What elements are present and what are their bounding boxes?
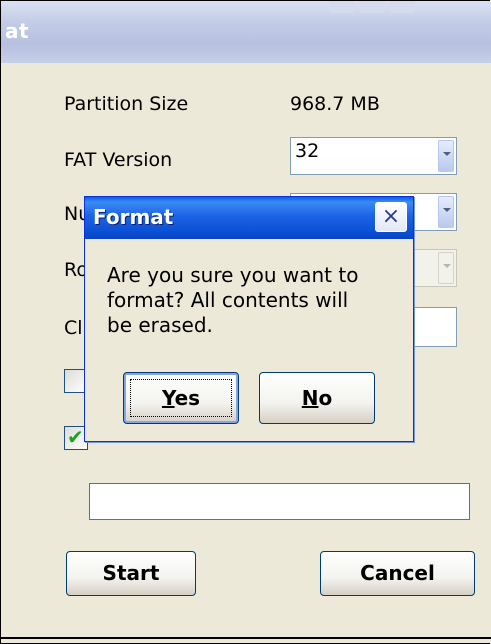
fat-version-value: 32 xyxy=(295,140,320,162)
dropdown-arrow-icon[interactable] xyxy=(438,196,454,228)
no-button[interactable]: No xyxy=(259,372,375,424)
fat-version-label: FAT Version xyxy=(64,149,173,171)
titlebar-button-ghost xyxy=(389,1,415,13)
no-label-rest: o xyxy=(318,386,333,410)
dialog-message-line: Are you sure you want to xyxy=(107,263,359,287)
window-title: at xyxy=(5,19,30,43)
dropdown-arrow-icon[interactable] xyxy=(438,252,454,284)
close-icon[interactable]: × xyxy=(375,202,407,232)
cancel-button[interactable]: Cancel xyxy=(320,551,475,596)
partition-size-label: Partition Size xyxy=(64,93,189,115)
format-confirm-dialog: Format × Are you sure you want to format… xyxy=(84,196,414,442)
window-bottom-edge xyxy=(1,637,491,639)
no-accesskey: N xyxy=(301,386,319,410)
dialog-message-line: be erased. xyxy=(107,313,213,337)
focus-rectangle xyxy=(130,379,232,417)
titlebar-button-ghost xyxy=(359,1,385,13)
dialog-message-line: format? All contents will xyxy=(107,288,349,312)
dialog-message: Are you sure you want to format? All con… xyxy=(107,263,407,338)
yes-button[interactable]: Yes xyxy=(123,372,239,424)
dialog-titlebar[interactable]: Format × xyxy=(85,197,413,239)
dropdown-arrow-icon[interactable] xyxy=(438,140,454,172)
titlebar-button-ghost xyxy=(329,1,355,13)
start-button[interactable]: Start xyxy=(66,551,196,596)
dialog-title: Format xyxy=(93,205,174,229)
window-titlebar[interactable]: at xyxy=(1,1,491,63)
fat-version-select[interactable]: 32 xyxy=(290,137,457,175)
partition-size-value: 968.7 MB xyxy=(290,93,380,115)
progress-bar xyxy=(89,483,470,520)
